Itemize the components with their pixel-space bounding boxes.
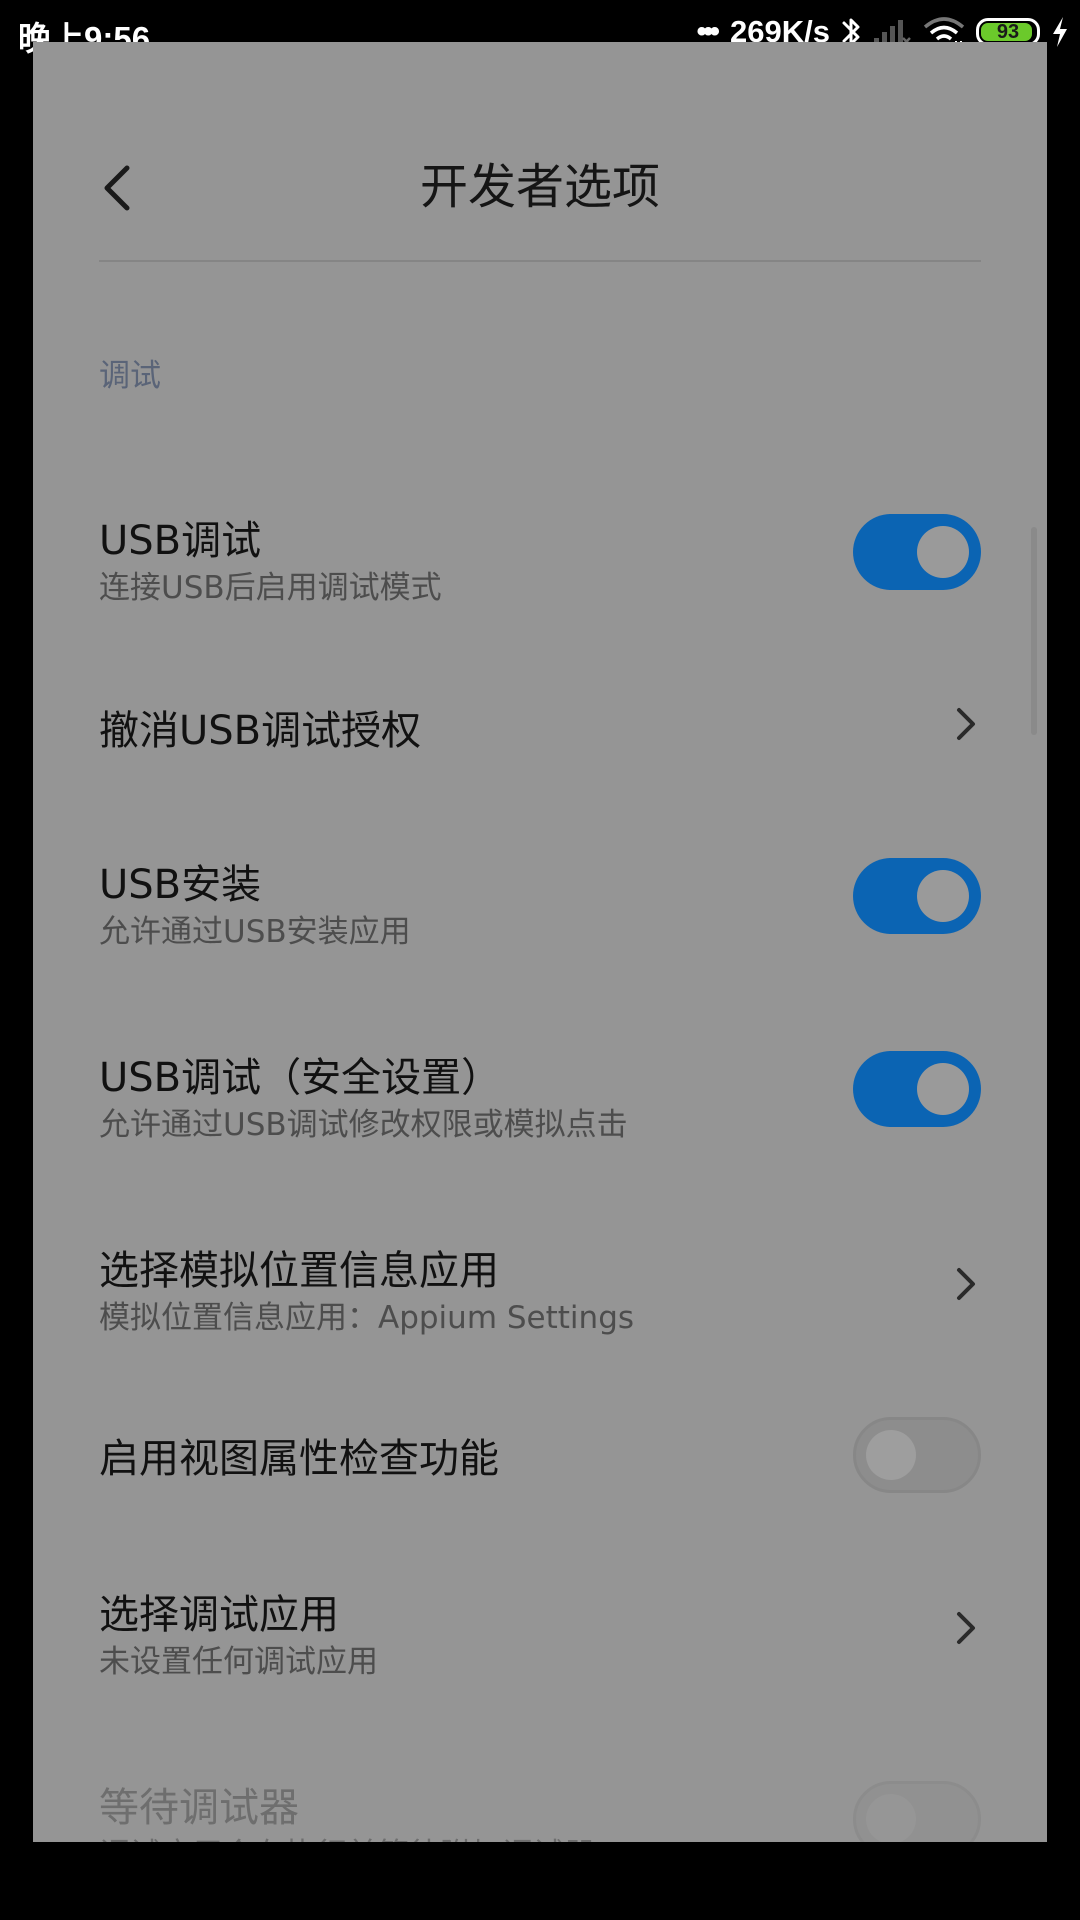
setting-subtitle: 未设置任何调试应用: [99, 1644, 378, 1680]
battery-level: 93: [996, 20, 1020, 43]
setting-subtitle: 模拟位置信息应用：Appium Settings: [99, 1300, 635, 1336]
toggle-knob: [917, 870, 969, 922]
chevron-right-icon: [957, 1268, 975, 1300]
usb-debugging-toggle[interactable]: [853, 514, 981, 590]
setting-title: USB安装: [99, 862, 262, 908]
usb-debugging-security-toggle[interactable]: [853, 1051, 981, 1127]
setting-title: 撤消USB调试授权: [99, 708, 422, 754]
setting-usb-debugging-security[interactable]: USB调试（安全设置） 允许通过USB调试修改权限或模拟点击: [33, 999, 1047, 1159]
setting-title: 启用视图属性检查功能: [99, 1436, 499, 1482]
setting-title: 选择模拟位置信息应用: [99, 1248, 499, 1294]
setting-usb-install[interactable]: USB安装 允许通过USB安装应用: [33, 806, 1047, 966]
toggle-knob: [866, 1430, 916, 1480]
setting-title: 选择调试应用: [99, 1592, 339, 1638]
setting-title: 等待调试器: [99, 1785, 299, 1831]
setting-mock-location-app[interactable]: 选择模拟位置信息应用 模拟位置信息应用：Appium Settings: [33, 1192, 1047, 1352]
charging-icon: [1050, 15, 1070, 49]
chevron-right-icon: [957, 1612, 975, 1644]
setting-subtitle: 允许通过USB调试修改权限或模拟点击: [99, 1107, 628, 1143]
view-attribute-inspection-toggle[interactable]: [853, 1417, 981, 1493]
usb-install-toggle[interactable]: [853, 858, 981, 934]
section-label-debug: 调试: [99, 358, 161, 394]
setting-wait-for-debugger: 等待调试器 调试应用会在执行前等待附加调试器: [33, 1729, 1047, 1842]
chevron-right-icon: [957, 708, 975, 740]
header-divider: [99, 260, 981, 262]
setting-subtitle: 连接USB后启用调试模式: [99, 570, 442, 606]
setting-title: USB调试（安全设置）: [99, 1055, 502, 1101]
header: 开发者选项: [33, 42, 1047, 262]
setting-title: USB调试: [99, 518, 262, 564]
scrollbar-thumb[interactable]: [1031, 527, 1037, 735]
setting-revoke-usb-auth[interactable]: 撤消USB调试授权: [33, 642, 1047, 802]
toggle-knob: [917, 1063, 969, 1115]
setting-usb-debugging[interactable]: USB调试 连接USB后启用调试模式: [33, 462, 1047, 622]
page-title: 开发者选项: [419, 159, 660, 215]
setting-subtitle: 允许通过USB安装应用: [99, 914, 411, 950]
toggle-knob: [866, 1794, 916, 1842]
setting-view-attribute-inspection[interactable]: 启用视图属性检查功能: [33, 1372, 1047, 1532]
wait-for-debugger-toggle: [853, 1781, 981, 1842]
setting-select-debug-app[interactable]: 选择调试应用 未设置任何调试应用: [33, 1536, 1047, 1696]
developer-options-screen: 开发者选项 调试 USB调试 连接USB后启用调试模式 撤消USB调试授权 US…: [33, 42, 1047, 1842]
toggle-knob: [917, 526, 969, 578]
setting-subtitle: 调试应用会在执行前等待附加调试器: [99, 1829, 595, 1842]
